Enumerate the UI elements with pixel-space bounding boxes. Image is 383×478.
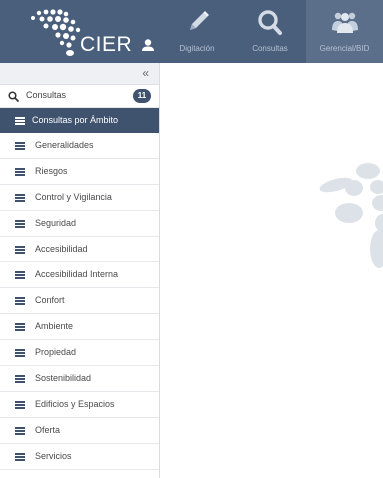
users-icon <box>331 12 358 33</box>
sidebar-item-propiedad[interactable]: Propiedad <box>0 340 159 367</box>
sidebar-item-riesgos[interactable]: Riesgos <box>0 159 159 185</box>
nav-consultas-label: Consultas <box>252 44 288 53</box>
list-icon <box>15 142 25 150</box>
sidebar-item-label: Control y Vigilancia <box>35 191 112 202</box>
sidebar-item-label: Accesibilidad Interna <box>35 269 119 280</box>
nav-gerencial-label: Gerencial/BID <box>319 44 370 53</box>
decorative-dots-graphic <box>319 163 383 268</box>
list-icon <box>15 297 25 306</box>
list-icon <box>15 375 25 384</box>
user-icon <box>141 39 154 51</box>
sidebar-item-label: Ambiente <box>35 321 74 332</box>
list-icon <box>15 323 25 332</box>
search-icon <box>8 91 19 102</box>
sidebar-item-seguridad[interactable]: Seguridad <box>0 211 159 237</box>
pencil-icon <box>190 11 209 30</box>
sidebar-item-consultas-por-ambito[interactable]: Consultas por Ámbito <box>0 108 159 133</box>
sidebar-item-label: Propiedad <box>35 347 77 358</box>
sidebar-item-control-y-vigilancia[interactable]: Control y Vigilancia <box>0 185 159 211</box>
sidebar-item-confort[interactable]: Confort <box>0 288 159 315</box>
sidebar-item-label: Consultas por Ámbito <box>32 115 119 125</box>
nav-digitacion[interactable]: Digitación <box>160 0 234 63</box>
nav-consultas[interactable]: Consultas <box>234 0 306 63</box>
list-icon <box>15 400 25 409</box>
sidebar-collapse-bar: « <box>0 63 159 85</box>
sidebar-item-consultas[interactable]: Consultas 11 <box>0 85 159 108</box>
nav-gerencial[interactable]: Gerencial/BID <box>306 0 383 63</box>
sidebar-item-edificios-y-espacios[interactable]: Edificios y Espacios <box>0 392 159 418</box>
sidebar-item-accesibilidad[interactable]: Accesibilidad <box>0 237 159 263</box>
sidebar-item-generalidades[interactable]: Generalidades <box>0 133 159 159</box>
sidebar-item-label: Edificios y Espacios <box>35 398 115 409</box>
list-icon <box>15 271 25 280</box>
list-icon <box>15 219 25 228</box>
list-icon <box>15 245 25 254</box>
sidebar-item-label: Servicios <box>35 450 72 461</box>
sidebar-item-label: Sostenibilidad <box>35 373 92 384</box>
count-badge: 11 <box>133 89 151 103</box>
list-icon <box>15 167 25 176</box>
top-bar: CIER Digitación Consultas Gerencial/BID <box>0 0 383 63</box>
sidebar-item-label: Generalidades <box>35 140 94 150</box>
logo-text: CIER <box>80 33 133 56</box>
list-icon <box>15 452 25 461</box>
sidebar-item-label: Accesibilidad <box>35 243 88 254</box>
sidebar-submenu: Generalidades Riesgos Control y Vigilancia… <box>0 133 159 470</box>
list-icon <box>15 193 25 202</box>
list-icon <box>15 349 25 358</box>
sidebar: « Consultas 11 Consultas por Ámbito Gene… <box>0 63 160 478</box>
sidebar-item-oferta[interactable]: Oferta <box>0 418 159 444</box>
search-icon <box>258 10 282 35</box>
list-icon <box>15 117 25 125</box>
sidebar-item-accesibilidad-interna[interactable]: Accesibilidad Interna <box>0 262 159 289</box>
sidebar-item-label: Oferta <box>35 424 61 435</box>
sidebar-item-label: Riesgos <box>35 165 68 176</box>
list-icon <box>15 426 25 435</box>
sidebar-item-sostenibilidad[interactable]: Sostenibilidad <box>0 366 159 392</box>
sidebar-item-ambiente[interactable]: Ambiente <box>0 314 159 341</box>
sidebar-item-label: Consultas <box>26 90 67 100</box>
collapse-sidebar-button[interactable]: « <box>142 66 149 80</box>
sidebar-item-servicios[interactable]: Servicios <box>0 444 159 470</box>
nav-digitacion-label: Digitación <box>179 44 215 53</box>
sidebar-item-label: Confort <box>35 295 65 306</box>
main-content <box>161 63 383 478</box>
sidebar-item-label: Seguridad <box>35 217 77 228</box>
cier-logo[interactable]: CIER <box>0 0 160 63</box>
